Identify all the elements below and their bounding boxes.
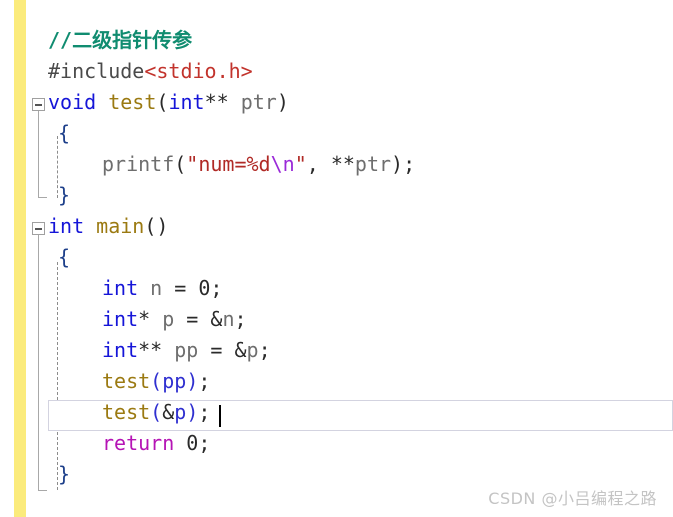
code-token-ctrl: return [102,431,175,455]
code-token-keyword: void [48,90,97,114]
code-line[interactable]: #include<stdio.h> [48,56,253,87]
code-token-plain: ** [138,338,163,362]
csdn-watermark: CSDN @小吕编程之路 [488,489,657,508]
code-token-keyword: int [102,276,139,300]
fold-bracket-end-main-function [38,490,47,491]
code-token-keyword: int [48,214,85,238]
code-token-ident: p [162,307,175,331]
code-token-pre: #include [48,59,145,83]
code-line[interactable]: int n = 0; [48,273,222,304]
code-token-keyword: int [102,307,139,331]
code-token-ident: n [222,307,235,331]
code-token-keyword: int [102,338,139,362]
code-token-num: 0 [186,431,199,455]
text-caret [219,405,221,427]
code-token-plain: ( [174,152,187,176]
code-token-var: p [174,400,187,424]
code-token-brace: } [58,462,71,486]
code-token-ident: printf [102,152,175,176]
code-token-ident: pp [174,338,199,362]
code-line[interactable]: } [48,180,70,211]
code-token-plain: & [162,400,175,424]
code-token-var: ( [150,400,163,424]
fold-bracket-end-test-function [38,197,47,198]
code-token-ident: ptr [240,90,277,114]
code-line[interactable]: } [48,459,70,490]
code-line[interactable]: int* p = &n; [48,304,247,335]
code-token-var: ( [150,369,163,393]
code-token-plain: ; [403,152,416,176]
code-token-plain: ; [198,431,211,455]
fold-bracket-main-function [38,235,39,490]
code-token-string: "num=%d [186,152,271,176]
code-token-var: pp [162,369,187,393]
code-token-plain: ) [391,152,404,176]
code-line[interactable]: { [48,242,70,273]
code-line[interactable]: test(pp); [48,366,210,397]
code-token-plain: ; [198,369,211,393]
code-line[interactable]: void test(int** ptr) [48,87,289,118]
code-token-keyword: int [168,90,205,114]
code-token-brace: { [58,121,71,145]
code-token-plain: ** [204,90,229,114]
code-token-plain: * [138,307,151,331]
code-token-func: test [102,369,151,393]
code-token-brace: { [58,245,71,269]
code-line[interactable]: { [48,118,70,149]
code-token-plain: ; [258,338,271,362]
code-token-string: " [294,152,307,176]
code-token-func: main [96,214,145,238]
code-token-var: ) [186,400,199,424]
code-token-plain: ; [234,307,247,331]
code-token-plain: = [162,276,199,300]
code-token-ident: ptr [354,152,392,176]
code-token-plain: ; [198,400,211,424]
code-token-plain: = [174,307,211,331]
code-token-ident: p [246,338,259,362]
unsaved-change-bar [14,0,26,517]
code-token-plain: ** [330,152,355,176]
code-token-plain: & [234,338,247,362]
code-line[interactable]: printf("num=%d\n", **ptr); [48,149,415,180]
code-token-plain: , [306,152,331,176]
code-token-comment: //二级指针传参 [48,28,193,52]
code-editor-surface[interactable]: //二级指针传参 #include<stdio.h> void test(int**… [0,0,673,517]
code-line[interactable]: test(&p); [48,397,210,428]
code-token-func: test [102,400,151,424]
code-token-plain: ( [156,90,169,114]
code-token-brace: } [58,183,71,207]
code-token-num: 0 [198,276,211,300]
code-token-ident: n [150,276,163,300]
code-token-func: test [108,90,157,114]
code-token-header: <stdio.h> [144,59,253,83]
code-token-plain: ) [276,90,289,114]
code-token-escape: \n [270,152,295,176]
code-token-plain: = [198,338,235,362]
code-line[interactable]: return 0; [48,428,210,459]
fold-toggle-main-function[interactable] [32,222,45,235]
code-token-plain: ; [210,276,223,300]
code-token-plain: () [144,214,169,238]
fold-bracket-test-function [38,111,39,197]
code-line[interactable]: //二级指针传参 [48,25,192,56]
fold-toggle-test-function[interactable] [32,98,45,111]
code-token-var: ) [186,369,199,393]
code-token-plain: & [210,307,223,331]
code-line[interactable]: int main() [48,211,168,242]
code-line[interactable]: int** pp = &p; [48,335,271,366]
